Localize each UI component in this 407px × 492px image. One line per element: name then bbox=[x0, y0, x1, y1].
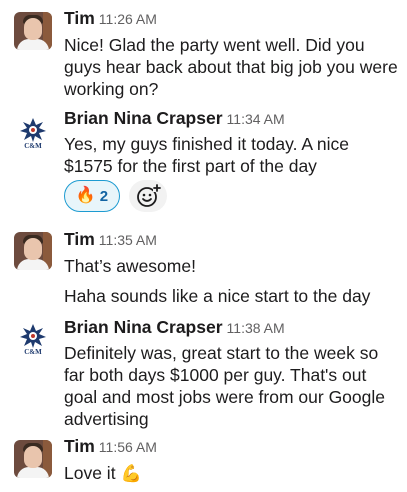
message-header: Brian Nina Crapser 11:38 AM bbox=[64, 317, 285, 338]
add-emoji-icon bbox=[137, 184, 161, 207]
author-name[interactable]: Tim bbox=[64, 436, 95, 456]
timestamp[interactable]: 11:26 AM bbox=[99, 11, 157, 27]
message-text: That’s awesome! bbox=[64, 256, 196, 276]
company-logo-icon: C&M bbox=[20, 324, 46, 356]
message-text: Love it 💪 bbox=[64, 462, 398, 485]
message-header: Brian Nina Crapser 11:34 AM bbox=[64, 108, 285, 129]
timestamp[interactable]: 11:34 AM bbox=[227, 111, 285, 127]
message-feed: Tim 11:26 AM Nice! Glad the party went we… bbox=[0, 0, 407, 492]
message-text-body: Love it bbox=[64, 463, 116, 483]
message-header: Tim 11:56 AM bbox=[64, 436, 157, 457]
avatar[interactable] bbox=[14, 12, 52, 50]
message-text: Haha sounds like a nice start to the day bbox=[64, 286, 371, 306]
message-header: Tim 11:35 AM bbox=[64, 229, 157, 250]
svg-text:C&M: C&M bbox=[24, 348, 42, 356]
message-text: Definitely was, great start to the week … bbox=[64, 343, 385, 429]
svg-text:C&M: C&M bbox=[24, 142, 42, 150]
company-logo-icon: C&M bbox=[20, 118, 46, 150]
author-name[interactable]: Brian Nina Crapser bbox=[64, 317, 223, 337]
timestamp[interactable]: 11:56 AM bbox=[99, 439, 157, 455]
avatar[interactable]: C&M bbox=[14, 320, 52, 358]
message-text: Nice! Glad the party went well. Did you … bbox=[64, 35, 398, 99]
author-name[interactable]: Brian Nina Crapser bbox=[64, 108, 223, 128]
message-text: Yes, my guys finished it today. A nice $… bbox=[64, 134, 350, 176]
author-name[interactable]: Tim bbox=[64, 229, 95, 249]
avatar[interactable] bbox=[14, 440, 52, 478]
add-reaction-button[interactable] bbox=[129, 180, 167, 212]
reaction-count: 2 bbox=[99, 187, 109, 205]
author-name[interactable]: Tim bbox=[64, 8, 95, 28]
avatar[interactable] bbox=[14, 232, 52, 270]
timestamp[interactable]: 11:35 AM bbox=[99, 232, 157, 248]
message-header: Tim 11:26 AM bbox=[64, 8, 157, 29]
reaction-pill[interactable]: 🔥 2 bbox=[64, 180, 120, 212]
avatar[interactable]: C&M bbox=[14, 114, 52, 152]
fire-icon: 🔥 bbox=[75, 187, 96, 204]
timestamp[interactable]: 11:38 AM bbox=[227, 320, 285, 336]
flexed-biceps-icon: 💪 bbox=[120, 464, 142, 483]
